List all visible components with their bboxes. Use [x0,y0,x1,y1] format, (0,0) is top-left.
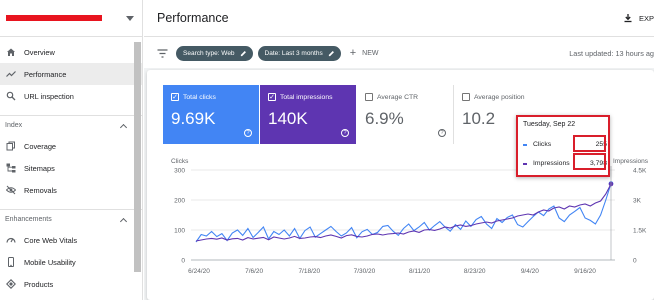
left-tick-label: 300 [174,168,185,175]
clicks-legend-mark [523,143,527,146]
sidebar-item-coverage[interactable]: Coverage [0,135,142,157]
diamond-icon [6,279,16,289]
dropdown-caret-icon[interactable] [126,15,134,21]
chart-tooltip: Tuesday, Sep 22 Clicks 255 Impressions 3… [516,115,610,177]
right-axis-title: Impressions [613,158,649,165]
chip-label: Date: Last 3 months [264,49,323,57]
right-tick-label: 1.5K [633,228,647,235]
left-tick-label: 100 [174,228,185,235]
home-icon [6,47,16,57]
chevron-up-icon [119,217,128,225]
sidebar-scrollbar[interactable] [134,42,141,272]
sidebar-item-mobile-usability[interactable]: Mobile Usability [0,251,142,273]
clicks-series-line [195,183,612,243]
redacted-property-name [6,15,102,21]
left-axis-title: Clicks [171,158,189,165]
x-tick-label: 8/11/20 [409,268,431,275]
right-tick-label: 0 [633,258,637,265]
last-updated-text: Last updated: 13 hours ag [569,48,654,58]
impressions-legend-mark [523,162,527,165]
new-filter-button[interactable]: + NEW [350,47,379,59]
copy-icon [6,141,16,151]
x-tick-label: 7/18/20 [298,268,320,275]
x-tick-label: 9/4/20 [521,268,539,275]
sidebar-item-label: URL inspection [24,91,74,101]
sidebar-item-products[interactable]: Products [0,273,142,295]
page-title: Performance [157,11,229,25]
sidebar-item-removals[interactable]: Removals [0,179,142,201]
sidebar-item-sitemaps[interactable]: Sitemaps [0,157,142,179]
sidebar-item-label: Coverage [24,141,57,151]
chevron-up-icon [119,123,128,131]
highlight-box [573,153,606,170]
search-type-chip[interactable]: Search type: Web [176,45,253,61]
gauge-icon [6,235,16,245]
property-selector[interactable] [0,0,142,37]
right-tick-label: 3K [633,198,642,205]
export-label: EXP [638,13,654,23]
plus-icon: + [349,47,357,59]
sidebar-item-label: Core Web Vitals [24,235,78,245]
sidebar-item-label: Performance [24,69,67,79]
highlight-box [573,135,606,152]
sidebar-item-url-inspection[interactable]: URL inspection [0,85,142,107]
sidebar: Overview Performance URL inspection Inde… [0,0,143,300]
download-icon [624,14,632,23]
chip-label: Search type: Web [183,49,235,57]
x-tick-label: 6/24/20 [188,268,210,275]
sidebar-item-label: Overview [24,47,55,57]
sidebar-item-label: Removals [24,185,57,195]
sidebar-item-label: Products [24,279,54,289]
sidebar-item-overview[interactable]: Overview [0,41,142,63]
tooltip-clicks-label: Clicks [533,141,552,148]
tooltip-impressions-label: Impressions [533,160,570,167]
page-header: Performance EXP [144,0,654,37]
x-tick-label: 7/30/20 [354,268,376,275]
date-range-chip[interactable]: Date: Last 3 months [257,45,341,61]
x-tick-label: 9/16/20 [574,268,596,275]
right-tick-label: 4.5K [633,168,647,175]
sidebar-item-label: Mobile Usability [24,257,76,267]
edit-icon [328,50,334,56]
left-tick-label: 200 [174,198,185,205]
new-label: NEW [362,49,379,57]
performance-chart[interactable]: Clicks Impressions 300 4.5K 200 3K 100 1.5K 0 0… [147,70,654,300]
x-tick-label: 7/6/20 [245,268,263,275]
filter-icon[interactable] [157,48,168,58]
section-header-index[interactable]: Index [0,115,142,135]
performance-card: ✓ Total clicks 9.69K ? ✓ Total impressions… [147,70,654,300]
export-button[interactable]: EXP [623,13,654,23]
sidebar-item-performance[interactable]: Performance [0,63,142,85]
tooltip-date: Tuesday, Sep 22 [523,121,576,128]
x-tick-label: 8/23/20 [464,268,486,275]
eye-off-icon [6,185,16,195]
filter-bar: Search type: Web Date: Last 3 months + N… [144,38,654,68]
sitemap-icon [6,163,16,173]
sidebar-item-label: Sitemaps [24,163,55,173]
phone-icon [6,257,16,267]
sidebar-item-core-web-vitals[interactable]: Core Web Vitals [0,229,142,251]
section-header-enhancements[interactable]: Enhancements [0,209,142,229]
edit-icon [240,50,246,56]
left-tick-label: 0 [181,258,185,265]
trending-icon [6,69,16,79]
search-icon [6,91,16,101]
